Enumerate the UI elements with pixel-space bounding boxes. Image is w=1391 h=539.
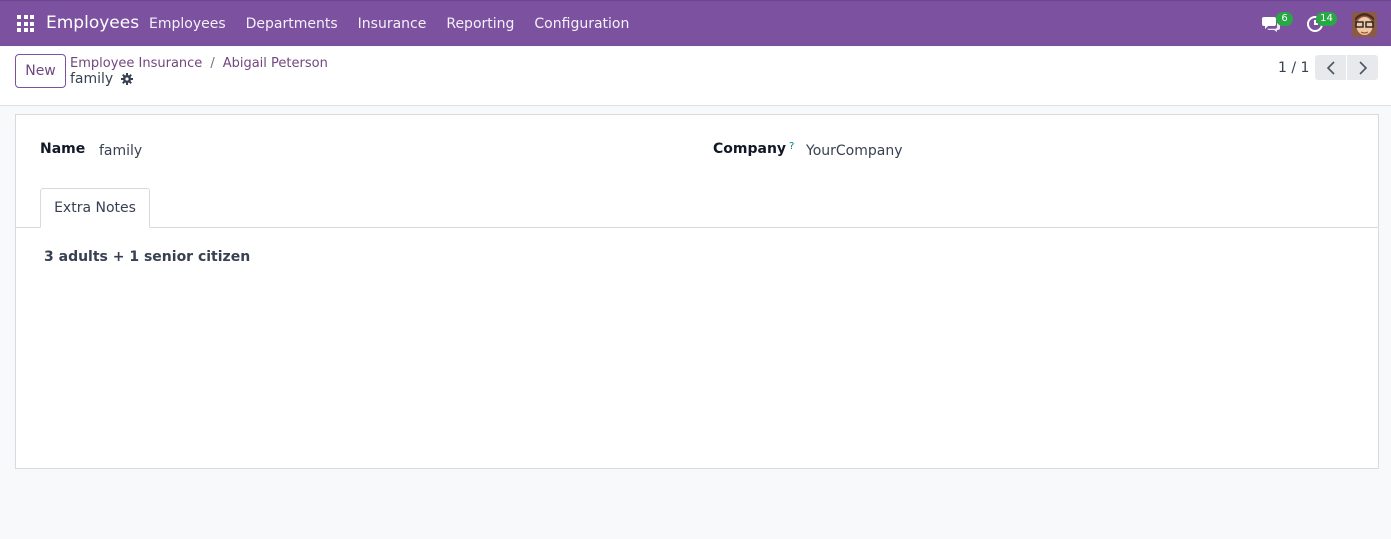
breadcrumb: Employee Insurance / Abigail Peterson (70, 56, 328, 71)
top-navbar: Employees Employees Departments Insuranc… (0, 0, 1391, 46)
chat-count-badge: 6 (1276, 12, 1293, 26)
pager-previous-button[interactable] (1315, 55, 1346, 80)
name-label: Name (40, 141, 86, 157)
pager-next-button[interactable] (1347, 55, 1378, 80)
record-title-row: family (70, 71, 134, 87)
company-label-text: Company (713, 141, 787, 157)
record-title: family (70, 71, 114, 87)
chevron-left-icon (1326, 60, 1335, 75)
chevron-right-icon (1358, 60, 1367, 75)
menu-item-employees[interactable]: Employees (149, 16, 226, 32)
tab-extra-notes[interactable]: Extra Notes (40, 188, 150, 228)
breadcrumb-employee-insurance[interactable]: Employee Insurance (70, 56, 202, 71)
breadcrumb-employee[interactable]: Abigail Peterson (223, 56, 328, 71)
menu-item-configuration[interactable]: Configuration (534, 16, 629, 32)
breadcrumb-separator: / (210, 56, 215, 71)
company-label: Company? (713, 141, 794, 157)
control-panel: New Employee Insurance / Abigail Peterso… (0, 47, 1391, 106)
user-avatar[interactable] (1352, 12, 1377, 37)
menu-item-reporting[interactable]: Reporting (446, 16, 514, 32)
company-field[interactable]: YourCompany (806, 143, 903, 159)
gear-icon[interactable] (121, 73, 134, 85)
notebook-tabs: Extra Notes (16, 187, 1378, 228)
pager-value[interactable]: 1 / 1 (1278, 60, 1309, 76)
company-help-icon[interactable]: ? (789, 141, 794, 152)
new-button[interactable]: New (15, 54, 66, 88)
menu-item-departments[interactable]: Departments (246, 16, 338, 32)
extra-notes-content[interactable]: 3 adults + 1 senior citizen (44, 249, 250, 265)
activity-count-badge: 14 (1316, 12, 1337, 26)
form-sheet: Name family Company? YourCompany Extra N… (15, 114, 1379, 469)
apps-menu-icon[interactable] (17, 15, 34, 32)
main-menu: Employees Departments Insurance Reportin… (149, 16, 649, 32)
app-title[interactable]: Employees (46, 13, 139, 33)
name-field[interactable]: family (99, 143, 142, 159)
menu-item-insurance[interactable]: Insurance (358, 16, 427, 32)
